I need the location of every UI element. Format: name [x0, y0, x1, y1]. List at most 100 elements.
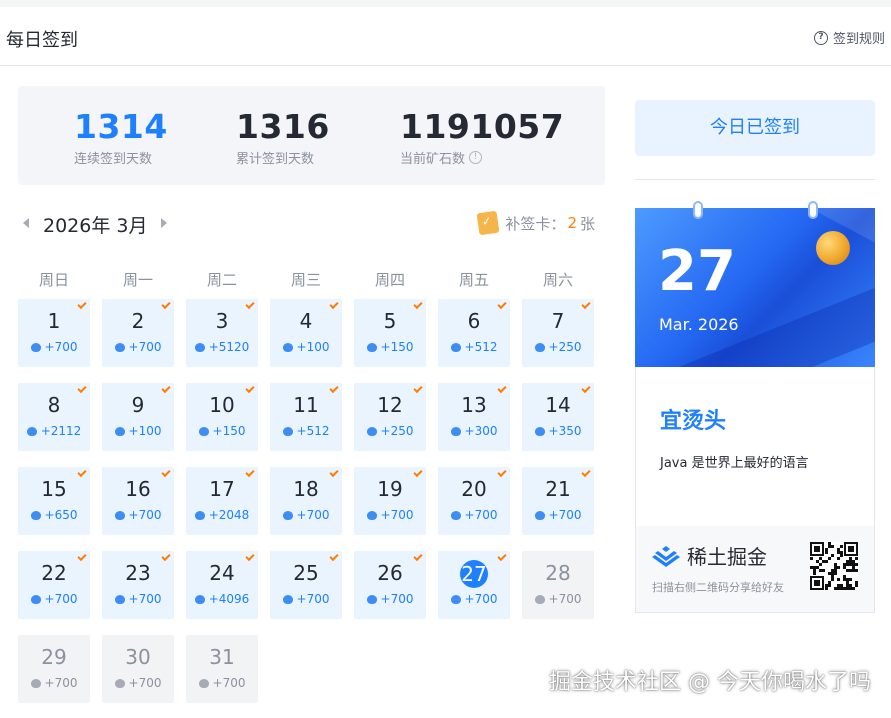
weekday-label: 周一: [122, 271, 153, 289]
day-number-text: 5: [383, 309, 397, 333]
calendar-day[interactable]: 1 +700: [18, 299, 90, 367]
day-number-text: 16: [125, 477, 151, 501]
ore-reward: +700: [18, 592, 90, 606]
calendar-day[interactable]: 13 +300: [438, 383, 510, 451]
stat-ore-value: 1191057: [400, 107, 565, 146]
calendar-day[interactable]: 11 +512: [270, 383, 342, 451]
calendar-day[interactable]: 5 +150: [354, 299, 426, 367]
calendar-day[interactable]: 6 +512: [438, 299, 510, 367]
juejin-logo-icon: [652, 545, 680, 567]
calendar-day[interactable]: 18 +700: [270, 467, 342, 535]
ore-gem-icon: [30, 678, 41, 688]
daily-card: 27 Mar. 2026 宜烫头 Java 是世界上最好的语言 稀土掘金 扫描右…: [635, 201, 875, 613]
calendar-day[interactable]: 29 +700: [18, 635, 90, 703]
calendar-day[interactable]: 25 +700: [270, 551, 342, 619]
day-number: 28: [522, 560, 594, 586]
calendar-day[interactable]: 27 +700: [438, 551, 510, 619]
day-number-text: 8: [47, 393, 61, 417]
ore-gem-icon: [282, 426, 293, 436]
day-number-text: 3: [215, 309, 229, 333]
calendar-day[interactable]: 26 +700: [354, 551, 426, 619]
sign-rules-link[interactable]: ? 签到规则: [813, 28, 885, 47]
ore-reward: +700: [438, 592, 510, 606]
calendar-day[interactable]: 31 +700: [186, 635, 258, 703]
weekday-header: 周日 周一 周二 周三 周四 周五 周六: [18, 269, 605, 293]
calendar-day[interactable]: 20 +700: [438, 467, 510, 535]
day-number: 2: [102, 308, 174, 334]
stat-continuous: 1314 连续签到天数: [74, 108, 168, 168]
day-number: 12: [354, 392, 426, 418]
calendar-day[interactable]: 16 +700: [102, 467, 174, 535]
ore-amount: +4096: [208, 592, 250, 606]
page: 每日签到 ? 签到规则 1314 连续签到天数 1316 累计签到天数 1191…: [0, 7, 891, 718]
ore-gem-icon: [114, 678, 125, 688]
calendar-day[interactable]: 24 +4096: [186, 551, 258, 619]
ore-amount: +700: [548, 592, 582, 606]
day-number-text: 23: [125, 561, 151, 585]
ore-gem-icon: [450, 426, 461, 436]
next-month-icon[interactable]: [161, 218, 167, 228]
day-number: 6: [438, 308, 510, 334]
calendar-day[interactable]: 12 +250: [354, 383, 426, 451]
calendar-day[interactable]: 19 +700: [354, 467, 426, 535]
ore-gem-icon: [534, 342, 545, 352]
day-number: 30: [102, 644, 174, 670]
ore-gem-icon: [194, 342, 205, 352]
calendar-day[interactable]: 9 +100: [102, 383, 174, 451]
calendar-day[interactable]: 17 +2048: [186, 467, 258, 535]
weekday-label: 周六: [542, 271, 573, 289]
calendar-day[interactable]: 7 +250: [522, 299, 594, 367]
ore-amount: +2112: [40, 424, 82, 438]
ore-amount: +350: [548, 424, 582, 438]
calendar-day[interactable]: 14 +350: [522, 383, 594, 451]
ore-gem-icon: [114, 342, 125, 352]
calendar-day[interactable]: 10 +150: [186, 383, 258, 451]
calendar-ring-icon: [693, 201, 703, 219]
ore-gem-icon: [30, 342, 41, 352]
calendar-day[interactable]: 4 +100: [270, 299, 342, 367]
calendar-day[interactable]: 2 +700: [102, 299, 174, 367]
ore-amount: +700: [464, 592, 498, 606]
ore-reward: +700: [18, 340, 90, 354]
info-icon[interactable]: !: [469, 151, 483, 164]
ore-reward: +700: [354, 592, 426, 606]
calendar-day[interactable]: 30 +700: [102, 635, 174, 703]
signed-today-button[interactable]: 今日已签到: [635, 100, 875, 156]
prev-month-icon[interactable]: [23, 218, 29, 228]
calendar-day[interactable]: 3 +5120: [186, 299, 258, 367]
day-number: 26: [354, 560, 426, 586]
ore-reward: +250: [522, 340, 594, 354]
divider: [635, 179, 875, 180]
ore-amount: +5120: [208, 340, 250, 354]
day-number: 16: [102, 476, 174, 502]
ore-amount: +512: [464, 340, 498, 354]
day-number-text: 15: [41, 477, 67, 501]
stats-panel: 1314 连续签到天数 1316 累计签到天数 1191057 当前矿石数 !: [18, 86, 605, 185]
weekday-label: 周四: [374, 271, 405, 289]
day-number-text: 19: [377, 477, 403, 501]
ore-reward: +700: [102, 676, 174, 690]
stat-total-value: 1316: [236, 107, 330, 146]
day-number: 5: [354, 308, 426, 334]
makeup-card[interactable]: 补签卡： 2 张: [476, 210, 595, 236]
makeup-card-icon: [476, 210, 500, 236]
day-number: 21: [522, 476, 594, 502]
ore-amount: +700: [212, 676, 246, 690]
stat-ore-label: 当前矿石数: [400, 152, 466, 167]
calendar-day[interactable]: 21 +700: [522, 467, 594, 535]
weekday-label: 周五: [458, 271, 489, 289]
ore-gem-icon: [450, 594, 461, 604]
brand: 稀土掘金: [652, 541, 767, 570]
calendar-day[interactable]: 23 +700: [102, 551, 174, 619]
calendar-day[interactable]: 15 +650: [18, 467, 90, 535]
calendar-ring-icon: [808, 201, 818, 219]
calendar-day[interactable]: 28 +700: [522, 551, 594, 619]
makeup-card-count: 2: [567, 214, 577, 232]
day-number-text: 17: [209, 477, 235, 501]
ore-gem-icon: [194, 594, 205, 604]
calendar-day[interactable]: 8 +2112: [18, 383, 90, 451]
calendar-day[interactable]: 22 +700: [18, 551, 90, 619]
day-number-text: 13: [461, 393, 487, 417]
ore-reward: +5120: [186, 340, 258, 354]
day-number: 31: [186, 644, 258, 670]
